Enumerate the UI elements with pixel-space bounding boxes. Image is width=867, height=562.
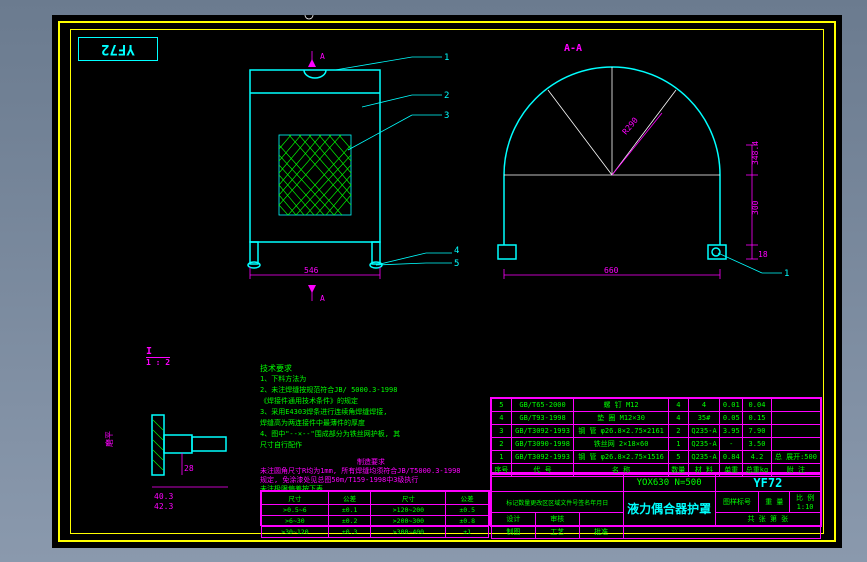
svg-text:R290: R290: [621, 116, 640, 137]
svg-text:A: A: [320, 52, 325, 61]
svg-text:1: 1: [444, 53, 449, 63]
svg-text:5: 5: [454, 259, 459, 269]
svg-text:4: 4: [454, 246, 459, 256]
svg-text:546: 546: [304, 266, 319, 275]
front-view: A A 546 1 2 3 4 5: [248, 15, 459, 303]
detail-view: 磨平 40.3 42.3 28: [104, 415, 228, 511]
svg-text:42.3: 42.3: [154, 502, 173, 511]
side-view-aa: R290 348.4 300 18 660 1: [498, 67, 789, 279]
manufacturing-notes: 制造要求 未注圆角尺寸R均为1mm, 所有焊缝均须符合JB/T5000.3-19…: [260, 458, 482, 494]
tolerance-table: 尺寸公差尺寸公差 >0.5~6±0.1>120~200±0.5 >6~30±0.…: [260, 490, 490, 526]
svg-text:2: 2: [444, 91, 449, 101]
svg-text:磨平: 磨平: [104, 431, 114, 447]
svg-text:28: 28: [184, 464, 194, 473]
svg-text:1: 1: [784, 269, 789, 279]
svg-text:A: A: [320, 294, 325, 303]
title-block: YOX630 N=500 YF72 标记数量更改区区域文件号签名年月日 液力偶合…: [490, 473, 822, 527]
cad-canvas: YF72 A-A I 1 : 2: [52, 15, 842, 548]
svg-text:660: 660: [604, 266, 619, 275]
mesh-panel: [279, 135, 351, 215]
svg-text:348.4: 348.4: [751, 141, 760, 165]
technical-requirements: 技术要求 1、下料方法为 2、未注焊缝按规范符合JB/ 5000.3-1998 …: [260, 363, 470, 451]
svg-text:40.3: 40.3: [154, 492, 173, 501]
bom-table: 5GB/T65-2000螺 钉 M12440.010.044GB/T93-199…: [490, 397, 822, 473]
svg-text:3: 3: [444, 111, 449, 121]
svg-text:300: 300: [751, 200, 760, 215]
svg-text:18: 18: [758, 250, 768, 259]
